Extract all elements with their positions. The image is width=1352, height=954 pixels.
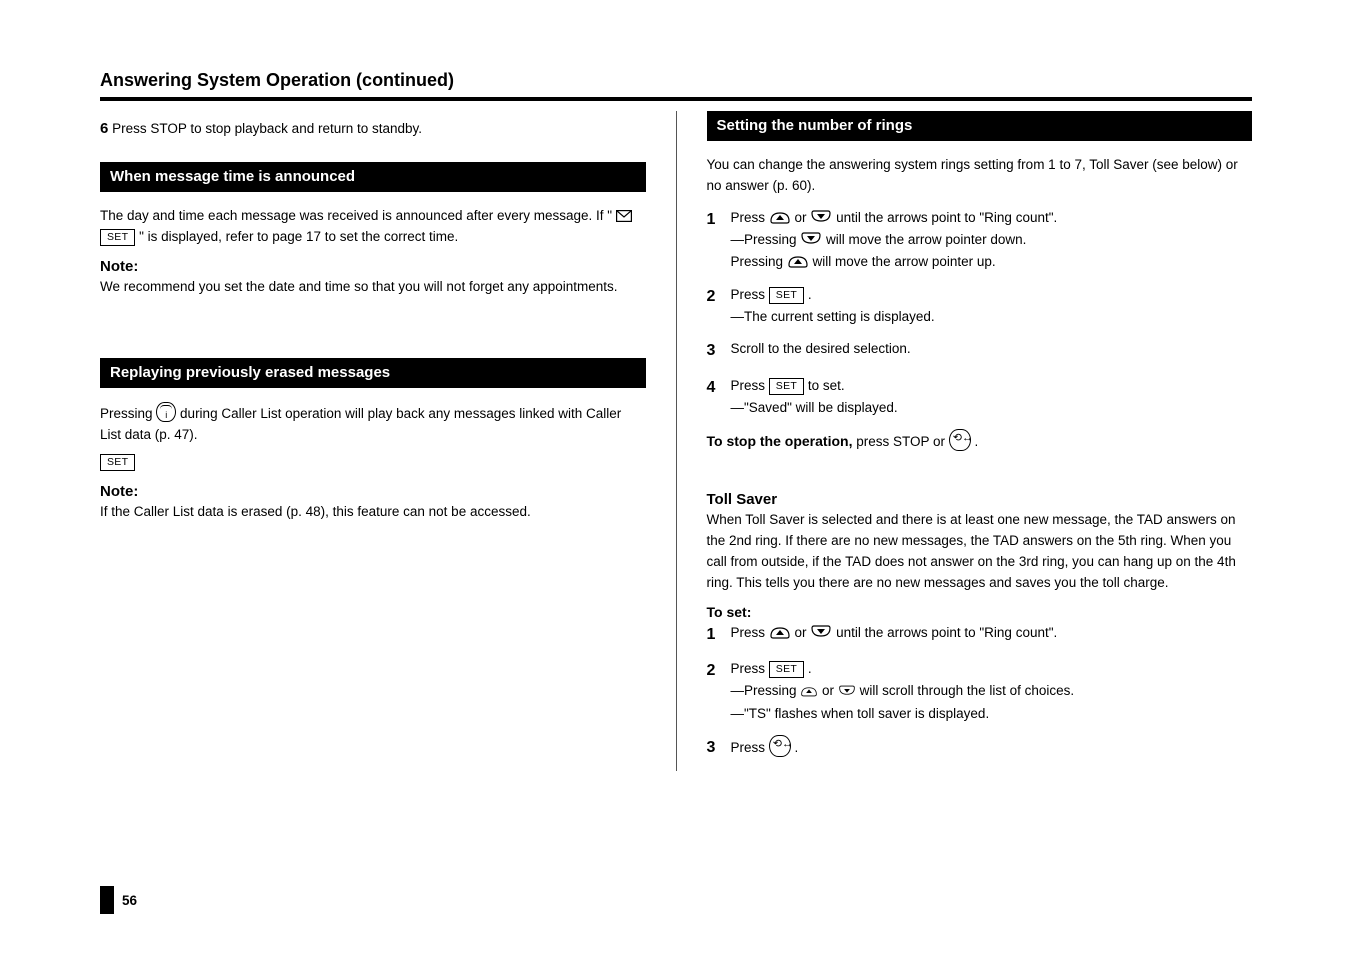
step-item: 3 Press ⟲↔ . [707,735,1253,761]
step-body: Press or until the arrows point to "Ring… [731,622,1253,648]
step-number: 4 [707,375,731,420]
right-column: Setting the number of rings You can chan… [676,111,1253,771]
arrow-down-icon [810,625,832,639]
set-keycap: SET [769,378,804,395]
text-segment: Press [731,661,769,676]
text-segment: or [795,625,811,640]
text-segment: will move the arrow pointer down. [826,232,1026,247]
left-column: 6 Press STOP to stop playback and return… [100,111,677,771]
arrow-up-icon [800,685,818,700]
inline-bold-label: To stop the operation, [707,433,853,449]
replay-paragraph: Pressing i during Caller List operation … [100,402,646,446]
arrow-down-icon [838,685,856,700]
step-number: 3 [707,735,731,761]
repeat-softkey-icon: ⟲↔ [949,429,971,451]
ring-count-steps: 1 Press or until the arrows point to "Ri… [707,207,1253,419]
note-label: Note: [100,258,646,275]
section-heading-message-time: When message time is announced [100,162,646,192]
text-segment: until the arrows point to "Ring count". [836,210,1057,225]
step-number: 1 [707,622,731,648]
step-body-text: Press STOP to stop playback and return t… [108,121,422,136]
step-number: 2 [707,658,731,725]
text-segment: or [822,683,838,698]
ring-count-desc: You can change the answering system ring… [707,155,1253,197]
set-keycap-line: SET [100,452,646,473]
text-segment: " is displayed, refer to page 17 to set … [139,229,458,244]
page-root: Answering System Operation (continued) 6… [0,0,1352,954]
step-item: 1 Press or until the arrows point to "Ri… [707,622,1253,648]
note-body: If the Caller List data is erased (p. 48… [100,502,646,523]
text-segment: Press [731,210,769,225]
message-time-paragraph: The day and time each message was receiv… [100,206,646,248]
header: Answering System Operation (continued) [100,70,1252,101]
text-segment: during Caller List operation will play b… [100,406,621,442]
set-keycap: SET [769,287,804,304]
arrow-down-icon [800,232,822,246]
page-marker-bar [100,886,114,914]
set-keycap: SET [100,454,135,471]
text-segment: will move the arrow pointer up. [813,254,996,269]
set-keycap: SET [100,229,135,246]
text-segment: Press [731,378,769,393]
arrow-down-icon [810,210,832,224]
text-segment: Press [731,625,769,640]
step-item: 4 Press SET to set. —"Saved" will be dis… [707,375,1253,420]
step-6-line: 6 Press STOP to stop playback and return… [100,117,646,140]
step-body: Press or until the arrows point to "Ring… [731,207,1253,274]
text-segment: . [808,661,812,676]
toll-saver-steps: 1 Press or until the arrows point to "Ri… [707,622,1253,762]
step-number: 2 [707,284,731,329]
text-segment: —Pressing [731,683,801,698]
text-segment: —The current setting is displayed. [731,309,935,324]
text-segment: . [795,740,799,755]
text-segment: Press [731,287,769,302]
step-number: 3 [707,338,731,364]
step-item: 2 Press SET . —The current setting is di… [707,284,1253,329]
text-segment: . [975,434,979,449]
to-set-label: To set: [707,604,1253,620]
heading-rule [100,97,1252,101]
arrow-up-icon [769,210,791,224]
text-segment: —"Saved" will be displayed. [731,400,898,415]
text-segment: or [795,210,811,225]
step-body: Press SET . —Pressing or will scroll thr [731,658,1253,725]
step-body: Press SET to set. —"Saved" will be displ… [731,375,1253,420]
text-segment: Pressing [731,254,787,269]
step-item: 1 Press or until the arrows point to "Ri… [707,207,1253,274]
page-number-block: 56 [100,886,137,914]
repeat-softkey-icon: ⟲↔ [769,735,791,757]
text-segment: to set. [808,378,845,393]
note-label: Note: [100,483,646,500]
text-segment: will scroll through the list of choices. [860,683,1075,698]
text-segment: —Pressing [731,232,801,247]
section-heading-ring-count: Setting the number of rings [707,111,1253,141]
step-body: Press SET . —The current setting is disp… [731,284,1253,329]
text-segment: . [808,287,812,302]
page-number: 56 [122,893,137,908]
text-segment: until the arrows point to "Ring count". [836,625,1057,640]
text-segment: Press [731,740,769,755]
text-segment: The day and time each message was receiv… [100,208,612,223]
step-item: 3 Scroll to the desired selection. [707,338,1253,364]
two-column-layout: 6 Press STOP to stop playback and return… [100,111,1252,771]
set-keycap: SET [769,661,804,678]
arrow-up-icon [787,254,809,268]
arrow-up-icon [769,625,791,639]
article-title-continued: Answering System Operation (continued) [100,70,1252,91]
section-heading-replay-erased: Replaying previously erased messages [100,358,646,388]
toll-saver-heading: Toll Saver [707,491,1253,508]
text-segment: Pressing [100,406,156,421]
text-segment: press STOP or [856,434,949,449]
step-item: 2 Press SET . —Pressing or [707,658,1253,725]
step-body: Press ⟲↔ . [731,735,1253,761]
toll-saver-desc: When Toll Saver is selected and there is… [707,510,1253,594]
note-body: We recommend you set the date and time s… [100,277,646,298]
step-number: 1 [707,207,731,274]
envelope-icon [616,210,632,224]
step-body: Scroll to the desired selection. [731,338,1253,364]
text-segment: —"TS" flashes when toll saver is display… [731,706,990,721]
info-softkey-icon: i [156,402,176,422]
to-stop-line: To stop the operation, press STOP or ⟲↔ … [707,429,1253,453]
